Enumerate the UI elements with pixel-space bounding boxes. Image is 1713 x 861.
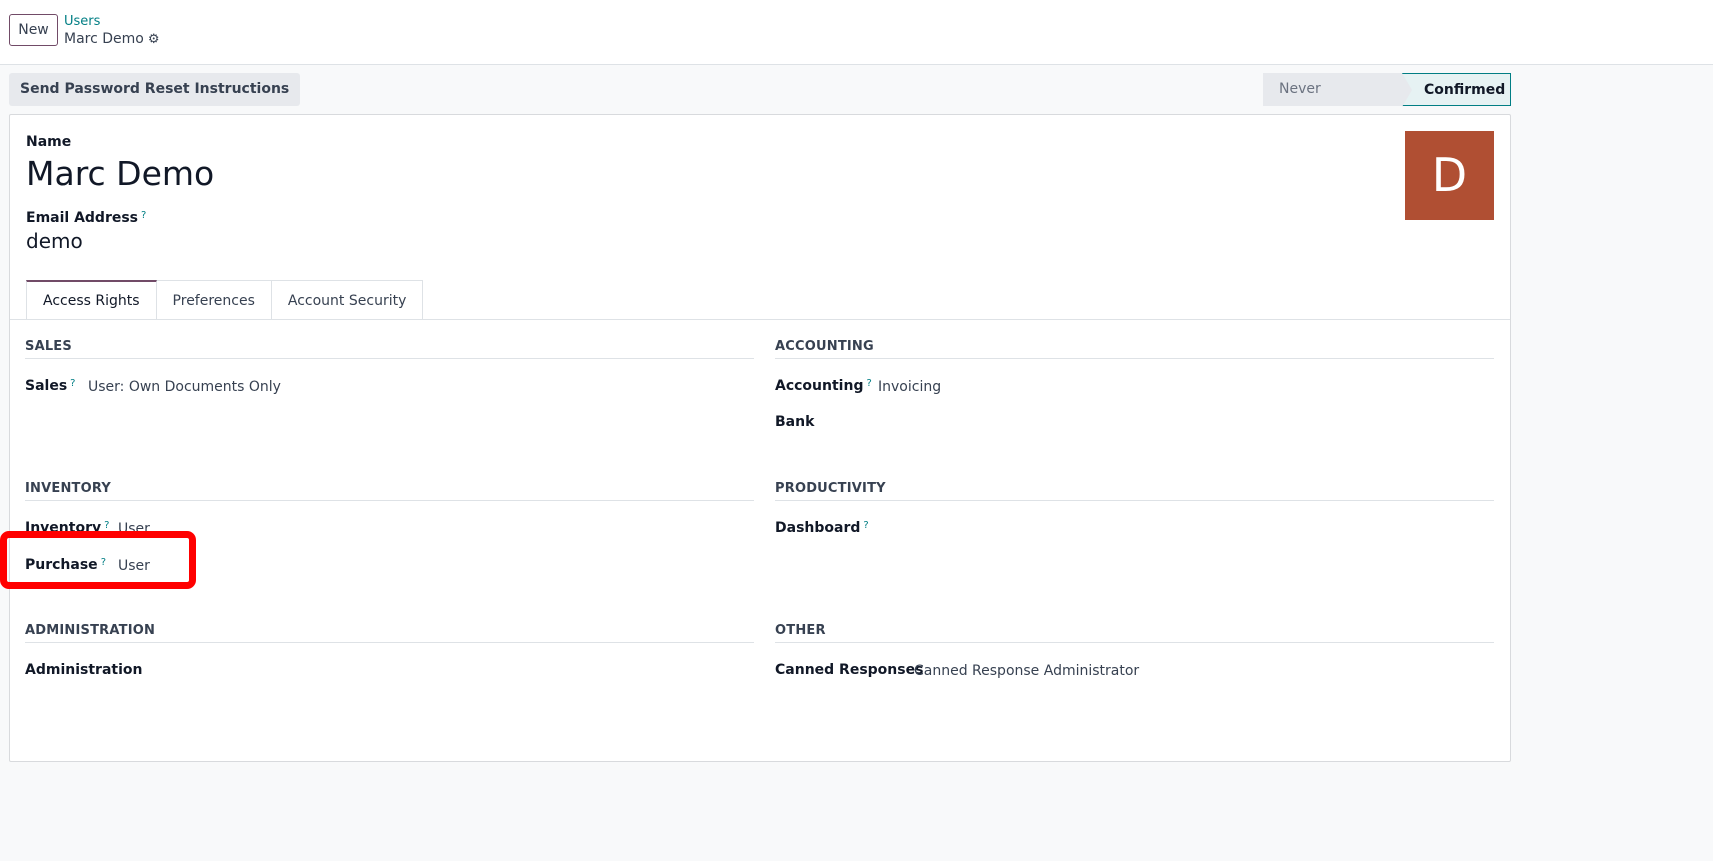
tab-preferences[interactable]: Preferences (156, 280, 272, 320)
section-title-inventory: INVENTORY (25, 481, 111, 496)
tab-access-rights[interactable]: Access Rights (26, 280, 157, 320)
stage-never-connected[interactable]: Never Connected (1263, 73, 1402, 130)
section-title-productivity: PRODUCTIVITY (775, 481, 886, 496)
accounting-label: Accounting? (775, 378, 872, 394)
breadcrumb-current-label: Marc Demo (64, 31, 144, 47)
help-icon[interactable]: ? (70, 378, 75, 389)
send-password-reset-button[interactable]: Send Password Reset Instructions (9, 73, 301, 106)
section-title-other: OTHER (775, 623, 826, 638)
notebook-tabs: Access Rights Preferences Account Securi… (26, 280, 424, 320)
sales-value[interactable]: User: Own Documents Only (88, 379, 281, 395)
bank-label: Bank (775, 414, 815, 430)
accounting-label-text: Accounting (775, 378, 864, 394)
sales-label: Sales? (25, 378, 75, 394)
tab-account-security[interactable]: Account Security (271, 280, 424, 320)
canned-responses-label: Canned Responses (775, 662, 924, 678)
new-button[interactable]: New (9, 14, 58, 46)
email-field[interactable]: demo (26, 229, 83, 253)
help-icon[interactable]: ? (863, 520, 868, 531)
name-label: Name (26, 134, 72, 150)
name-field[interactable]: Marc Demo (26, 154, 214, 193)
administration-label: Administration (25, 662, 143, 678)
section-divider (775, 642, 1494, 643)
breadcrumb-current: Marc Demo ⚙ (64, 31, 160, 47)
email-label: Email Address? (26, 210, 146, 226)
form-sheet: Name Marc Demo Email Address? demo D Acc… (9, 114, 1511, 762)
help-icon[interactable]: ? (104, 520, 109, 531)
email-label-text: Email Address (26, 210, 139, 226)
status-bar: Never Connected Confirmed (1263, 73, 1511, 130)
section-title-sales: SALES (25, 339, 72, 354)
avatar[interactable]: D (1405, 131, 1494, 220)
highlight-annotation (0, 531, 196, 589)
section-divider (25, 642, 754, 643)
stage-confirmed[interactable]: Confirmed (1402, 73, 1511, 107)
accounting-value[interactable]: Invoicing (878, 379, 941, 395)
section-divider (25, 500, 754, 501)
dashboard-label-text: Dashboard (775, 520, 861, 536)
section-divider (25, 358, 754, 359)
section-divider (775, 500, 1494, 501)
help-icon[interactable]: ? (141, 210, 146, 221)
gear-icon[interactable]: ⚙ (148, 32, 160, 47)
sales-label-text: Sales (25, 378, 68, 394)
section-title-administration: ADMINISTRATION (25, 623, 156, 638)
breadcrumb-users[interactable]: Users (64, 14, 100, 29)
help-icon[interactable]: ? (866, 378, 871, 389)
tab-divider (10, 319, 1510, 320)
section-title-accounting: ACCOUNTING (775, 339, 874, 354)
dashboard-label: Dashboard? (775, 520, 869, 536)
section-divider (775, 358, 1494, 359)
control-panel: New Users Marc Demo ⚙ (0, 0, 1713, 65)
canned-responses-value[interactable]: Canned Response Administrator (914, 663, 1139, 679)
